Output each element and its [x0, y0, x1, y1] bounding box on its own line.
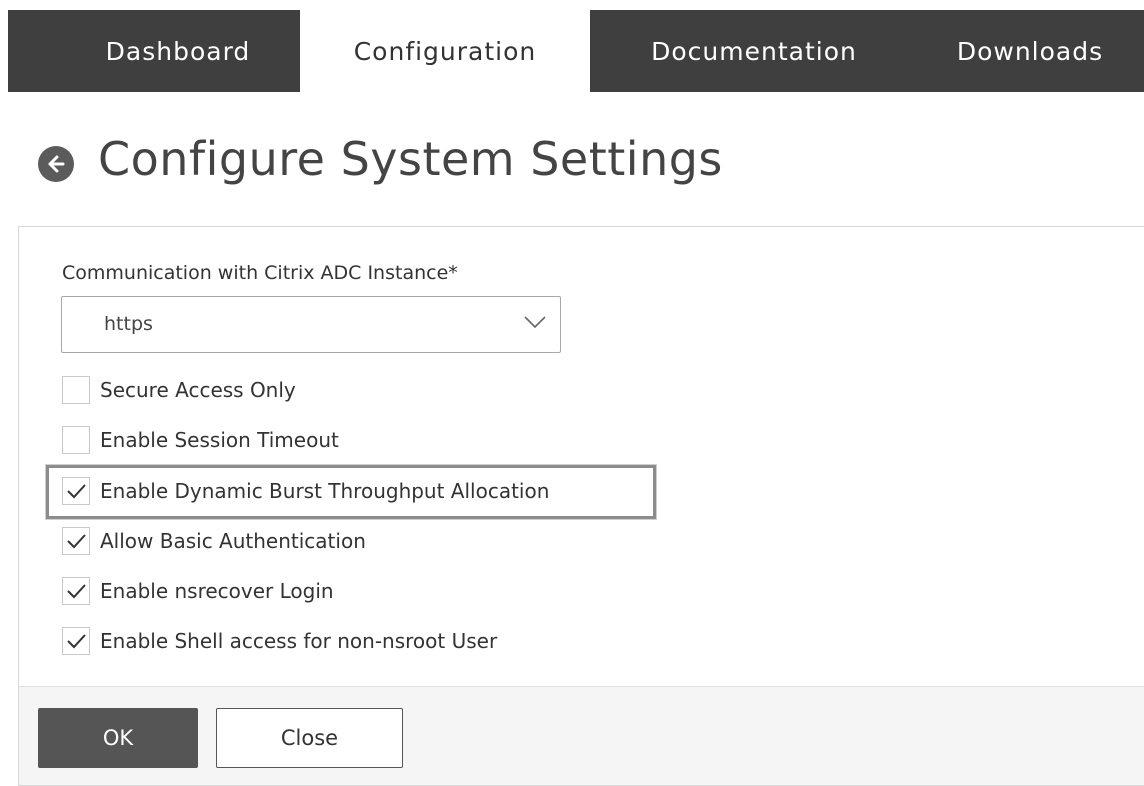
communication-select-value: https — [104, 313, 153, 335]
checkbox-box[interactable] — [62, 527, 90, 555]
communication-select[interactable]: https — [61, 296, 561, 353]
checkbox-label: Enable nsrecover Login — [100, 579, 334, 603]
checkmark-icon — [67, 484, 86, 499]
checkbox-allow-basic-authentication[interactable]: Allow Basic Authentication — [62, 526, 366, 556]
checkbox-secure-access-only[interactable]: Secure Access Only — [62, 375, 296, 405]
back-arrow-icon[interactable] — [38, 146, 74, 182]
checkbox-label: Secure Access Only — [100, 378, 296, 402]
tab-downloads[interactable]: Downloads — [916, 10, 1144, 92]
ok-button[interactable]: OK — [38, 708, 198, 768]
checkbox-enable-nsrecover-login[interactable]: Enable nsrecover Login — [62, 576, 334, 606]
checkbox-label: Enable Session Timeout — [100, 428, 339, 452]
checkbox-enable-dynamic-burst-throughput-allocation[interactable]: Enable Dynamic Burst Throughput Allocati… — [62, 476, 549, 506]
checkbox-box[interactable] — [62, 376, 90, 404]
checkbox-box[interactable] — [62, 627, 90, 655]
checkmark-icon — [67, 634, 86, 649]
checkbox-enable-session-timeout[interactable]: Enable Session Timeout — [62, 425, 339, 455]
checkbox-enable-shell-access[interactable]: Enable Shell access for non-nsroot User — [62, 626, 497, 656]
checkbox-label: Enable Dynamic Burst Throughput Allocati… — [100, 479, 550, 503]
tab-configuration[interactable]: Configuration — [300, 10, 590, 92]
checkbox-box[interactable] — [62, 477, 90, 505]
close-button[interactable]: Close — [216, 708, 403, 768]
tab-documentation[interactable]: Documentation — [598, 10, 910, 92]
page-title: Configure System Settings — [98, 132, 723, 186]
top-navigation: Dashboard Configuration Documentation Do… — [8, 10, 1144, 92]
checkbox-box[interactable] — [62, 577, 90, 605]
tab-dashboard[interactable]: Dashboard — [60, 10, 296, 92]
checkmark-icon — [67, 534, 86, 549]
checkbox-label: Enable Shell access for non-nsroot User — [100, 629, 498, 653]
checkbox-box[interactable] — [62, 426, 90, 454]
checkmark-icon — [67, 584, 86, 599]
checkbox-label: Allow Basic Authentication — [100, 529, 366, 553]
chevron-down-icon — [524, 316, 546, 329]
communication-label: Communication with Citrix ADC Instance* — [62, 262, 458, 284]
